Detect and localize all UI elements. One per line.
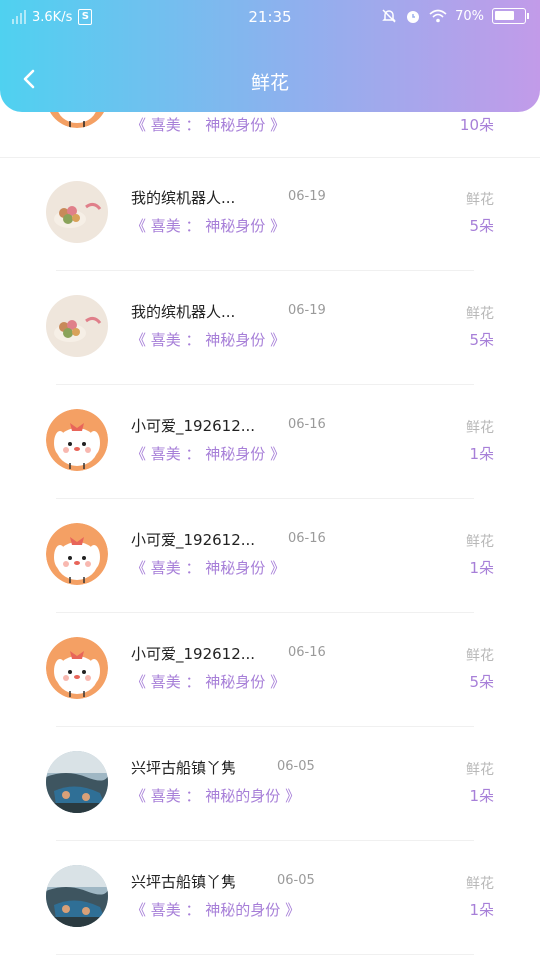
avatar[interactable] bbox=[46, 295, 108, 357]
gift-type-label: 鲜花 bbox=[466, 420, 494, 436]
gift-text: 《 喜美 ： 神秘身份 》 bbox=[131, 673, 286, 691]
gift-text: 《 喜美 ： 神秘身份 》 bbox=[131, 445, 286, 463]
avatar[interactable] bbox=[46, 637, 108, 699]
sender-name: 小可爱_192612... bbox=[131, 417, 256, 435]
list-item[interactable]: 小可爱_192612... 06-16 《 喜美 ： 神秘身份 》 鲜花 5朵 bbox=[0, 613, 540, 727]
sender-name: 我的缤机器人... bbox=[131, 303, 236, 321]
battery-icon bbox=[492, 8, 529, 24]
gift-date: 06-16 bbox=[288, 531, 326, 546]
avatar[interactable] bbox=[46, 181, 108, 243]
gift-count: 10朵 bbox=[459, 116, 494, 134]
gift-text: 《 喜美 ： 神秘的身份 》 bbox=[131, 787, 301, 805]
gift-count: 1朵 bbox=[469, 445, 494, 463]
alarm-icon bbox=[407, 11, 420, 23]
gift-count: 5朵 bbox=[469, 673, 494, 691]
gift-text: 《 喜美 ： 神秘身份 》 bbox=[131, 559, 286, 577]
mute-icon bbox=[382, 9, 396, 23]
sender-name: 我的缤机器人... bbox=[131, 189, 236, 207]
gift-date: 06-16 bbox=[288, 645, 326, 660]
avatar[interactable] bbox=[46, 523, 108, 585]
gift-count: 1朵 bbox=[469, 787, 494, 805]
gift-text: 《 喜美 ： 神秘身份 》 bbox=[131, 331, 286, 349]
list-item[interactable]: 兴坪古船镇丫隽 06-05 《 喜美 ： 神秘的身份 》 鲜花 1朵 bbox=[0, 727, 540, 841]
status-right: 70% bbox=[381, 8, 529, 24]
gift-date: 06-19 bbox=[288, 303, 326, 318]
sender-name: 兴坪古船镇丫隽 bbox=[131, 759, 237, 777]
gift-date: 06-19 bbox=[288, 189, 326, 204]
sender-name: 小可爱_192612... bbox=[131, 531, 256, 549]
list-item[interactable]: 小可爱_192612... 06-16 《 喜美 ： 神秘身份 》 鲜花 1朵 bbox=[0, 499, 540, 613]
gift-type-label: 鲜花 bbox=[466, 648, 494, 664]
avatar[interactable] bbox=[46, 409, 108, 471]
gift-date: 06-05 bbox=[277, 873, 315, 888]
battery-percent: 70% bbox=[455, 8, 484, 24]
gift-type-label: 鲜花 bbox=[466, 306, 494, 322]
gift-count: 5朵 bbox=[469, 331, 494, 349]
gift-count: 1朵 bbox=[469, 901, 494, 919]
gift-date: 06-16 bbox=[288, 417, 326, 432]
battery-level bbox=[495, 11, 514, 20]
sender-name: 兴坪古船镇丫隽 bbox=[131, 873, 237, 891]
list-item[interactable]: 兴坪古船镇丫隽 06-05 《 喜美 ： 神秘的身份 》 鲜花 1朵 bbox=[0, 841, 540, 955]
gift-count: 1朵 bbox=[469, 559, 494, 577]
gift-date: 06-05 bbox=[277, 759, 315, 774]
list-item[interactable]: 我的缤机器人... 06-19 《 喜美 ： 神秘身份 》 鲜花 5朵 bbox=[0, 157, 540, 271]
gift-count: 5朵 bbox=[469, 217, 494, 235]
gift-text: 《 喜美 ： 神秘身份 》 bbox=[131, 217, 286, 235]
gift-text: 《 喜美 ： 神秘的身份 》 bbox=[131, 901, 301, 919]
wifi-icon bbox=[429, 9, 447, 23]
avatar[interactable] bbox=[46, 865, 108, 927]
list-item[interactable]: 小可爱_192612... 06-16 《 喜美 ： 神秘身份 》 鲜花 1朵 bbox=[0, 385, 540, 499]
divider bbox=[56, 954, 474, 955]
gift-type-label: 鲜花 bbox=[466, 876, 494, 892]
list-item[interactable]: 我的缤机器人... 06-19 《 喜美 ： 神秘身份 》 鲜花 5朵 bbox=[0, 271, 540, 385]
page-title: 鲜花 bbox=[250, 72, 289, 94]
avatar[interactable] bbox=[46, 751, 108, 813]
sender-name: 小可爱_192612... bbox=[131, 645, 256, 663]
gift-type-label: 鲜花 bbox=[466, 762, 494, 778]
status-bar: 3.6K/s S 21:35 70% bbox=[0, 0, 540, 36]
gift-type-label: 鲜花 bbox=[466, 192, 494, 208]
gift-type-label: 鲜花 bbox=[466, 534, 494, 550]
gift-text: 《 喜美 ： 神秘身份 》 bbox=[131, 116, 286, 134]
app-header: 3.6K/s S 21:35 70% 鲜花 bbox=[0, 0, 540, 112]
